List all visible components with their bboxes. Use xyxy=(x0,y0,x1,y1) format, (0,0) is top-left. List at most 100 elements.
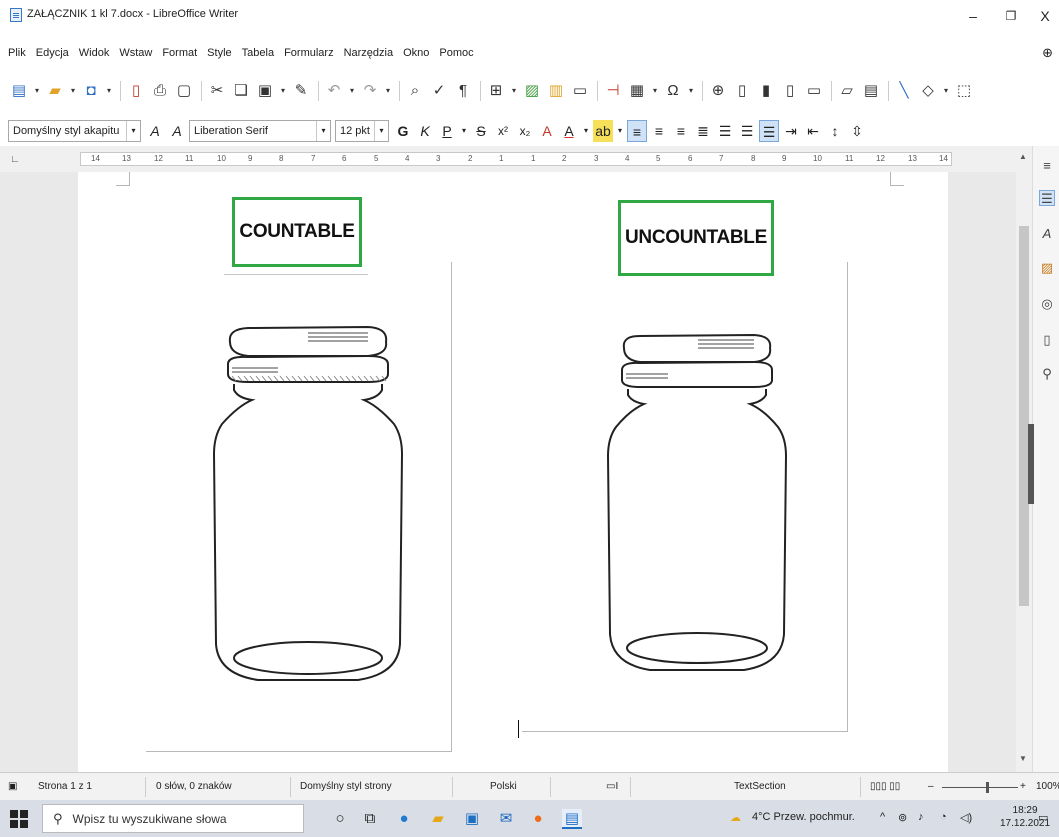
libreoffice-writer-taskbar-icon[interactable]: ▤ xyxy=(562,809,582,829)
store-icon[interactable]: ▣ xyxy=(462,809,482,829)
menu-wstaw[interactable]: Wstaw xyxy=(119,47,152,59)
hyperlink-icon[interactable]: ⊕ xyxy=(707,80,729,102)
footnote-icon[interactable]: ▯ xyxy=(731,80,753,102)
no-list-icon[interactable]: ☰ xyxy=(759,120,779,142)
draw-functions-icon[interactable]: ⬚ xyxy=(953,80,975,102)
bullet-list-icon[interactable]: ☰ xyxy=(715,120,735,142)
spelling-icon[interactable]: ✓ xyxy=(428,80,450,102)
zoom-slider[interactable] xyxy=(942,787,1018,788)
sidebar-resize-handle[interactable] xyxy=(1028,424,1034,504)
minimize-button[interactable]: – xyxy=(958,4,988,28)
weather-icon[interactable]: ☁ xyxy=(730,811,741,824)
menu-pomoc[interactable]: Pomoc xyxy=(439,47,473,59)
line-spacing-icon[interactable]: ↕ xyxy=(825,120,845,142)
font-name-select[interactable]: Liberation Serif ▾ xyxy=(189,120,331,142)
styles-icon[interactable]: A xyxy=(1039,226,1055,242)
chevron-down-icon[interactable]: ▾ xyxy=(68,80,78,102)
zoom-in-icon[interactable]: + xyxy=(1020,781,1026,792)
insert-field-icon[interactable]: ▦ xyxy=(626,80,648,102)
zoom-level[interactable]: 100% xyxy=(1036,781,1059,792)
firefox-icon[interactable]: ● xyxy=(528,809,548,829)
word-count-status[interactable]: 0 słów, 0 znaków xyxy=(156,781,232,792)
navigator-status-icon[interactable]: ▣ xyxy=(8,781,17,792)
paste-icon[interactable]: ▣ xyxy=(254,80,276,102)
close-button[interactable]: X xyxy=(1030,4,1059,28)
tab-type-icon[interactable]: ∟ xyxy=(10,154,20,165)
new-style-icon[interactable]: A xyxy=(167,120,187,142)
print-icon[interactable]: ⎙ xyxy=(149,80,171,102)
menu-okno[interactable]: Okno xyxy=(403,47,429,59)
volume-icon[interactable]: ♪ xyxy=(918,811,924,823)
insert-chart-icon[interactable]: ▥ xyxy=(545,80,567,102)
scroll-up-icon[interactable]: ▲ xyxy=(1019,152,1027,161)
view-layout-icons[interactable]: ▯▯▯ ▯▯ xyxy=(870,781,900,792)
align-center-icon[interactable]: ≡ xyxy=(649,120,669,142)
font-size-select[interactable]: 12 pkt ▾ xyxy=(335,120,389,142)
chevron-down-icon[interactable]: ▾ xyxy=(104,80,114,102)
chevron-down-icon[interactable]: ▾ xyxy=(650,80,660,102)
language-status[interactable]: Polski xyxy=(490,781,517,792)
scrollbar-thumb[interactable] xyxy=(1019,226,1029,606)
navigator-icon[interactable]: ◎ xyxy=(1039,296,1055,312)
chevron-down-icon[interactable]: ▾ xyxy=(347,80,357,102)
align-right-icon[interactable]: ≡ xyxy=(671,120,691,142)
underline-button[interactable]: P xyxy=(437,120,457,142)
numbered-list-icon[interactable]: ☰ xyxy=(737,120,757,142)
zoom-out-icon[interactable]: – xyxy=(928,781,934,792)
chevron-down-icon[interactable]: ▾ xyxy=(686,80,696,102)
superscript-button[interactable]: x² xyxy=(493,120,513,142)
redo-icon[interactable]: ↷ xyxy=(359,80,381,102)
menu-plik[interactable]: Plik xyxy=(8,47,26,59)
page-break-icon[interactable]: ⊣ xyxy=(602,80,624,102)
notification-icon[interactable]: ▭ xyxy=(1038,811,1048,824)
style-inspector-icon[interactable]: ⚲ xyxy=(1039,366,1055,382)
new-document-icon[interactable]: ▤ xyxy=(8,80,30,102)
insert-textbox-icon[interactable]: ▭ xyxy=(569,80,591,102)
comment-icon[interactable]: ▱ xyxy=(836,80,858,102)
chevron-down-icon[interactable]: ▾ xyxy=(581,120,591,142)
chevron-down-icon[interactable]: ▾ xyxy=(941,80,951,102)
menu-edycja[interactable]: Edycja xyxy=(36,47,69,59)
clone-formatting-icon[interactable]: ✎ xyxy=(290,80,312,102)
mail-icon[interactable]: ✉ xyxy=(496,809,516,829)
font-color-icon[interactable]: A xyxy=(559,120,579,142)
export-pdf-icon[interactable]: ▯ xyxy=(125,80,147,102)
formatting-marks-icon[interactable]: ¶ xyxy=(452,80,474,102)
update-style-icon[interactable]: A xyxy=(145,120,165,142)
cross-reference-icon[interactable]: ▭ xyxy=(803,80,825,102)
chevron-down-icon[interactable]: ▾ xyxy=(32,80,42,102)
special-character-icon[interactable]: Ω xyxy=(662,80,684,102)
open-folder-icon[interactable]: ▰ xyxy=(44,80,66,102)
chevron-down-icon[interactable]: ▾ xyxy=(278,80,288,102)
strikethrough-button[interactable]: S xyxy=(471,120,491,142)
undo-icon[interactable]: ↶ xyxy=(323,80,345,102)
page-icon[interactable]: ▯ xyxy=(1039,332,1055,348)
basic-shapes-icon[interactable]: ◇ xyxy=(917,80,939,102)
chevron-down-icon[interactable]: ▾ xyxy=(316,121,330,141)
decrease-indent-icon[interactable]: ⇤ xyxy=(803,120,823,142)
chevron-down-icon[interactable]: ▾ xyxy=(126,121,140,141)
scroll-down-icon[interactable]: ▼ xyxy=(1019,754,1027,763)
save-icon[interactable]: ◘ xyxy=(80,80,102,102)
gallery-icon[interactable]: ▨ xyxy=(1039,260,1055,276)
print-preview-icon[interactable]: ▢ xyxy=(173,80,195,102)
tray-chevron-icon[interactable]: ^ xyxy=(880,811,885,823)
wifi-icon[interactable]: ◔ xyxy=(940,811,947,823)
endnote-icon[interactable]: ▮ xyxy=(755,80,777,102)
subscript-button[interactable]: x₂ xyxy=(515,120,535,142)
page-number-status[interactable]: Strona 1 z 1 xyxy=(38,781,92,792)
zoom-slider-handle[interactable] xyxy=(986,782,989,793)
highlight-icon[interactable]: ab xyxy=(593,120,613,142)
paragraph-spacing-icon[interactable]: ⇳ xyxy=(847,120,867,142)
menu-widok[interactable]: Widok xyxy=(79,47,110,59)
track-changes-icon[interactable]: ▤ xyxy=(860,80,882,102)
menu-narzedzia[interactable]: Narzędzia xyxy=(344,47,394,59)
menu-formularz[interactable]: Formularz xyxy=(284,47,334,59)
sidebar-menu-icon[interactable]: ≡ xyxy=(1039,158,1055,174)
bookmark-icon[interactable]: ▯ xyxy=(779,80,801,102)
increase-indent-icon[interactable]: ⇥ xyxy=(781,120,801,142)
chevron-down-icon[interactable]: ▾ xyxy=(459,120,469,142)
find-replace-icon[interactable]: ⌕ xyxy=(404,80,426,102)
chevron-down-icon[interactable]: ▾ xyxy=(383,80,393,102)
italic-button[interactable]: K xyxy=(415,120,435,142)
